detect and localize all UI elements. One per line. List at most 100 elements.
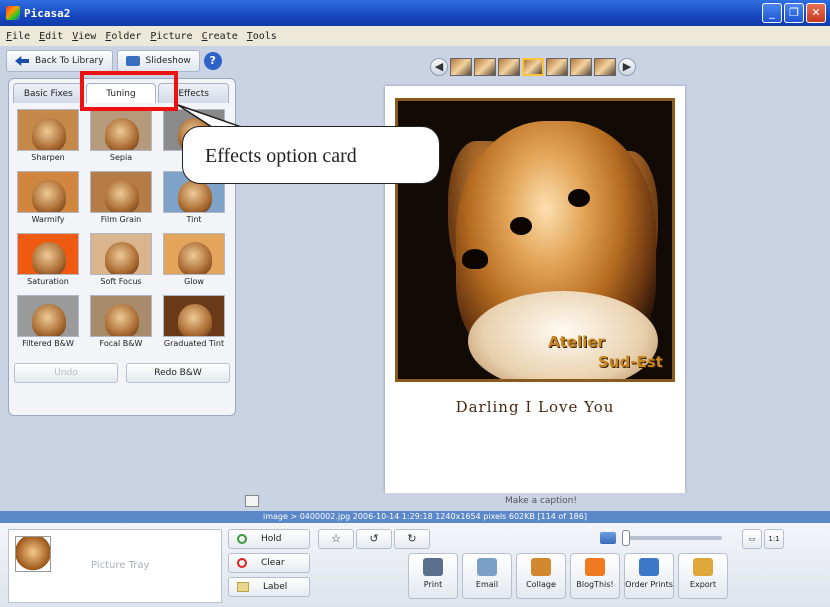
menu-picture[interactable]: Picture [150, 31, 192, 42]
effect-label: Tint [186, 215, 202, 224]
undo-button[interactable]: Undo [14, 363, 118, 383]
filmstrip: ◀ ▶ [430, 56, 636, 78]
action-button[interactable]: BlogThis! [570, 553, 620, 599]
effect-card[interactable]: Film Grain [87, 171, 155, 227]
effect-card[interactable]: Warmify [14, 171, 82, 227]
maximize-button[interactable]: ❐ [784, 3, 804, 23]
clear-button[interactable]: Clear [228, 553, 310, 573]
actual-size-button[interactable]: 1:1 [764, 529, 784, 549]
effect-preview-thumbnail [17, 295, 79, 337]
filmstrip-thumbnail-selected[interactable] [522, 58, 544, 76]
label-button[interactable]: Label [228, 577, 310, 597]
title-bar: Picasa2 _ ❐ ✕ [0, 0, 830, 26]
action-label: Order Prints [625, 580, 673, 589]
back-to-library-button[interactable]: Back To Library [6, 50, 113, 72]
effect-card[interactable]: Soft Focus [87, 233, 155, 289]
slideshow-button[interactable]: Slideshow [116, 50, 200, 72]
clear-label: Clear [261, 558, 285, 568]
filmstrip-thumbnail[interactable] [450, 58, 472, 76]
menu-edit[interactable]: Edit [39, 31, 63, 42]
effect-label: Focal B&W [99, 339, 143, 348]
menu-file[interactable]: File [6, 31, 30, 42]
redo-button[interactable]: Redo B&W [126, 363, 230, 383]
action-label: BlogThis! [576, 580, 614, 589]
tab-effects[interactable]: Effects [158, 83, 230, 103]
action-buttons: Print Email Collage BlogThis! Order Prints Ex… [408, 553, 728, 599]
picture-tray[interactable]: Picture Tray [8, 529, 222, 603]
photo-stage: ◀ ▶ Atelier Sud-Est Darling I Love You [240, 50, 824, 496]
effect-card[interactable]: Glow [160, 233, 228, 289]
dog-nose [462, 249, 488, 269]
effect-label: Glow [184, 277, 204, 286]
info-bar: image > 0400002.jpg 2006-10-14 1:29:18 1… [0, 511, 830, 523]
rotate-right-button[interactable]: ↻ [394, 529, 430, 549]
effect-preview-thumbnail [163, 233, 225, 275]
hold-button[interactable]: Hold [228, 529, 310, 549]
effect-card[interactable]: Saturation [14, 233, 82, 289]
main-area: Back To Library Slideshow ? Basic Fixes … [0, 46, 830, 507]
zoom-slider-knob[interactable] [622, 530, 630, 546]
photo-caption: Darling I Love You [455, 398, 615, 416]
filmstrip-thumbnail[interactable] [594, 58, 616, 76]
label-label: Label [263, 582, 288, 592]
effect-label: Sharpen [31, 153, 65, 162]
effect-card[interactable]: Sepia [87, 109, 155, 165]
back-arrow-icon [15, 56, 29, 66]
picture-tray-label: Picture Tray [91, 560, 150, 571]
window-title: Picasa2 [24, 6, 71, 20]
action-icon [693, 558, 713, 576]
menu-view[interactable]: View [72, 31, 96, 42]
previous-photo-button[interactable]: ◀ [430, 58, 448, 76]
image-info: image > 0400002.jpg 2006-10-14 1:29:18 1… [263, 512, 587, 521]
effect-card[interactable]: Graduated Tint [160, 295, 228, 351]
watermark-line2: Sud-Est [598, 353, 663, 371]
filmstrip-thumbnail[interactable] [546, 58, 568, 76]
effect-preview-dog [105, 180, 139, 212]
effect-preview-dog [105, 118, 139, 150]
help-button[interactable]: ? [203, 52, 222, 70]
label-icon [237, 582, 249, 592]
filmstrip-thumbnail[interactable] [498, 58, 520, 76]
back-to-library-label: Back To Library [35, 56, 104, 66]
effect-label: Sepia [109, 153, 133, 162]
caption-toggle-icon[interactable] [245, 495, 259, 507]
dog-eye [510, 217, 532, 235]
tab-tuning[interactable]: Tuning [85, 83, 157, 103]
menu-create[interactable]: Create [202, 31, 238, 42]
close-button[interactable]: ✕ [806, 3, 826, 23]
action-label: Collage [526, 580, 556, 589]
zoom-slider[interactable] [622, 530, 722, 546]
action-icon [477, 558, 497, 576]
fit-view-button[interactable]: ▭ [742, 529, 762, 549]
filmstrip-thumbnail[interactable] [570, 58, 592, 76]
action-button[interactable]: Order Prints [624, 553, 674, 599]
tab-basic-fixes[interactable]: Basic Fixes [13, 83, 84, 103]
effect-label: Filtered B&W [22, 339, 74, 348]
menu-tools[interactable]: Tools [247, 31, 277, 42]
effect-preview-dog [32, 304, 66, 336]
menu-bar: File Edit View Folder Picture Create Too… [0, 26, 830, 46]
edit-toolbar: Back To Library Slideshow ? [6, 50, 236, 74]
watermark-line1: Atelier [548, 333, 605, 351]
action-icon [531, 558, 551, 576]
next-photo-button[interactable]: ▶ [618, 58, 636, 76]
action-button[interactable]: Print [408, 553, 458, 599]
effect-preview-dog [105, 242, 139, 274]
action-icon [639, 558, 659, 576]
action-button[interactable]: Collage [516, 553, 566, 599]
effect-card[interactable]: Sharpen [14, 109, 82, 165]
filmstrip-thumbnail[interactable] [474, 58, 496, 76]
effect-card[interactable]: Filtered B&W [14, 295, 82, 351]
rotate-left-button[interactable]: ↺ [356, 529, 392, 549]
minimize-button[interactable]: _ [762, 3, 782, 23]
caption-input[interactable]: Make a caption! [505, 496, 577, 506]
star-button[interactable]: ☆ [318, 529, 354, 549]
effect-card[interactable]: Focal B&W [87, 295, 155, 351]
slideshow-label: Slideshow [145, 56, 191, 66]
action-button[interactable]: Email [462, 553, 512, 599]
tray-thumbnail[interactable] [15, 536, 51, 572]
menu-folder[interactable]: Folder [105, 31, 141, 42]
action-button[interactable]: Export [678, 553, 728, 599]
effect-preview-thumbnail [90, 171, 152, 213]
effect-label: Soft Focus [100, 277, 142, 286]
